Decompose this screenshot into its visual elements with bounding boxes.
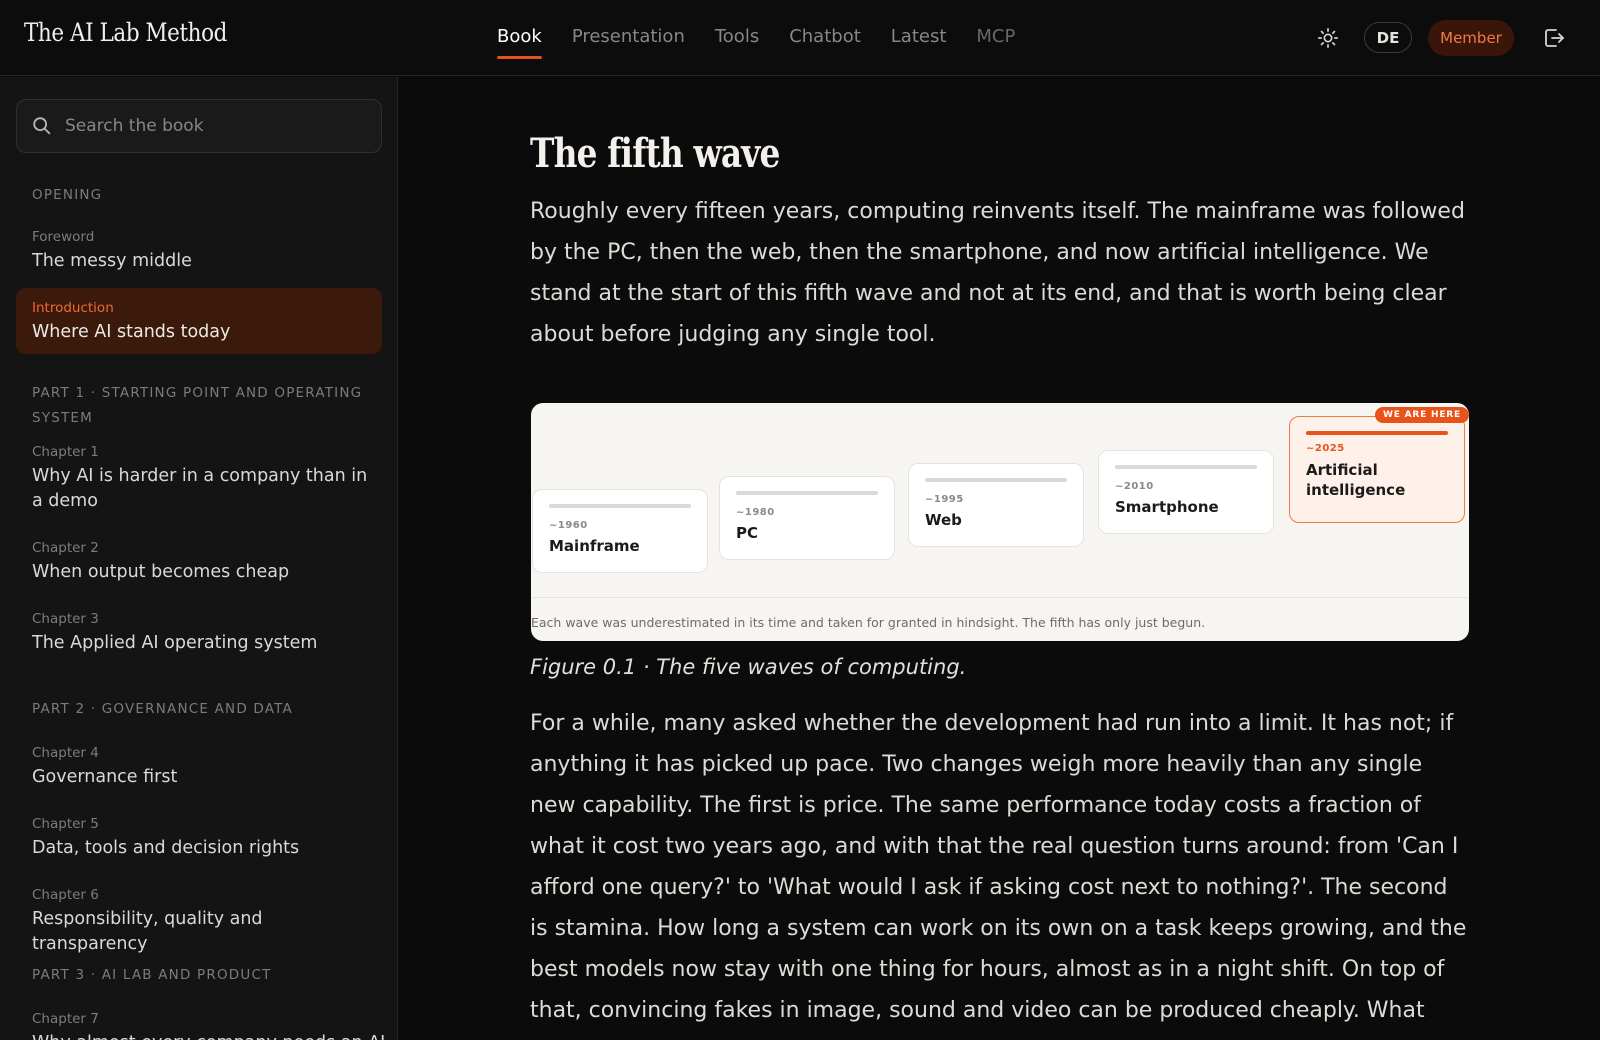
- toc-title: Governance first: [32, 767, 178, 787]
- wave-name: PC: [736, 524, 759, 542]
- wave-bar: [736, 491, 878, 495]
- toc-kicker: Chapter 5: [32, 816, 99, 832]
- wave-bar: [1306, 431, 1448, 435]
- nav-book[interactable]: Book: [497, 0, 542, 76]
- toc-title: The messy middle: [32, 251, 192, 271]
- wave-bar: [925, 478, 1067, 482]
- language-button[interactable]: DE: [1364, 22, 1412, 53]
- toc-item-chapter-4[interactable]: Chapter 4 Governance first: [16, 744, 382, 790]
- toc-item-chapter-2[interactable]: Chapter 2 When output becomes cheap: [16, 539, 382, 585]
- wave-name: Smartphone: [1115, 498, 1219, 516]
- figure-caption: Figure 0.1 · The five waves of computing…: [530, 655, 967, 679]
- toc-item-chapter-7[interactable]: Chapter 7 Why almost every company needs…: [16, 1010, 385, 1040]
- wave-year: ~1980: [736, 507, 775, 518]
- search-box: [16, 99, 382, 153]
- toc-kicker: Chapter 6: [32, 887, 99, 903]
- toc-kicker: Chapter 4: [32, 745, 99, 761]
- main-nav: Book Presentation Tools Chatbot Latest M…: [497, 0, 1045, 76]
- toc-item-introduction[interactable]: Introduction Where AI stands today: [16, 288, 382, 354]
- toc-title: Where AI stands today: [32, 322, 231, 342]
- wave-year: ~1995: [925, 494, 964, 505]
- we-are-here-badge: WE ARE HERE: [1375, 407, 1469, 423]
- section-heading-opening: OPENING: [32, 187, 103, 203]
- wave-year: ~2025: [1306, 443, 1345, 454]
- toc-kicker: Chapter 1: [32, 444, 99, 460]
- waves-figure: ~1960 Mainframe ~1980 PC ~1995 Web ~2010…: [531, 403, 1469, 641]
- brand-logo[interactable]: The AI Lab Method: [24, 18, 227, 47]
- top-header: The AI Lab Method Book Presentation Tool…: [0, 0, 1600, 76]
- nav-presentation[interactable]: Presentation: [572, 0, 685, 76]
- logout-button[interactable]: [1540, 24, 1568, 52]
- wave-card-mainframe: ~1960 Mainframe: [532, 489, 708, 573]
- wave-year: ~2010: [1115, 481, 1154, 492]
- nav-chatbot[interactable]: Chatbot: [789, 0, 861, 76]
- wave-card-smartphone: ~2010 Smartphone: [1098, 450, 1274, 534]
- book-sidebar: OPENING Foreword The messy middle Introd…: [0, 77, 398, 1040]
- toc-title: Why almost every company needs an AI: [32, 1031, 385, 1040]
- toc-title: Data, tools and decision rights: [32, 838, 300, 858]
- nav-latest[interactable]: Latest: [891, 0, 947, 76]
- toc-item-chapter-3[interactable]: Chapter 3 The Applied AI operating syste…: [16, 610, 382, 656]
- wave-card-ai: ~2025 Artificial intelligence: [1289, 416, 1465, 523]
- wave-year: ~1960: [549, 520, 588, 531]
- figure-divider: [531, 597, 1469, 598]
- wave-bar: [549, 504, 691, 508]
- search-icon: [33, 117, 51, 135]
- toc-kicker: Introduction: [32, 300, 114, 316]
- nav-tools[interactable]: Tools: [715, 0, 759, 76]
- toc-title: When output becomes cheap: [32, 562, 290, 582]
- search-input[interactable]: [65, 100, 365, 152]
- toc-kicker: Chapter 7: [32, 1011, 99, 1027]
- toc-item-chapter-6[interactable]: Chapter 6 Responsibility, quality and tr…: [16, 886, 382, 957]
- figure-note: Each wave was underestimated in its time…: [531, 615, 1206, 630]
- toc-title: The Applied AI operating system: [32, 633, 318, 653]
- theme-toggle-button[interactable]: [1314, 24, 1342, 52]
- wave-card-pc: ~1980 PC: [719, 476, 895, 560]
- body-paragraph: For a while, many asked whether the deve…: [530, 711, 1467, 1040]
- toc-kicker: Chapter 3: [32, 611, 99, 627]
- wave-bar: [1115, 465, 1257, 469]
- wave-card-web: ~1995 Web: [908, 463, 1084, 547]
- section-heading-part-2: PART 2 · GOVERNANCE AND DATA: [32, 701, 293, 717]
- member-button[interactable]: Member: [1428, 20, 1514, 56]
- wave-name: Web: [925, 511, 962, 529]
- logout-icon: [1545, 29, 1564, 47]
- section-heading-part-3: PART 3 · AI LAB AND PRODUCT: [32, 967, 272, 983]
- sun-icon: [1318, 28, 1338, 48]
- chapter-content: The fifth wave Roughly every fifteen yea…: [399, 77, 1600, 1040]
- toc-kicker: Foreword: [32, 229, 95, 245]
- toc-kicker: Chapter 2: [32, 540, 99, 556]
- toc-item-foreword[interactable]: Foreword The messy middle: [16, 228, 382, 274]
- toc-item-chapter-1[interactable]: Chapter 1 Why AI is harder in a company …: [16, 443, 382, 514]
- nav-mcp[interactable]: MCP: [976, 0, 1015, 76]
- toc-title: Why AI is harder in a company than in a …: [32, 466, 368, 511]
- toc-title: Responsibility, quality and transparency: [32, 909, 263, 954]
- toc-item-chapter-5[interactable]: Chapter 5 Data, tools and decision right…: [16, 815, 382, 861]
- body-paragraph: Roughly every fifteen years, computing r…: [530, 199, 1465, 347]
- wave-name: Artificial intelligence: [1306, 461, 1406, 499]
- page-title: The fifth wave: [530, 130, 780, 177]
- wave-name: Mainframe: [549, 537, 640, 555]
- section-heading-part-1: PART 1 · STARTING POINT AND OPERATING SY…: [32, 385, 363, 426]
